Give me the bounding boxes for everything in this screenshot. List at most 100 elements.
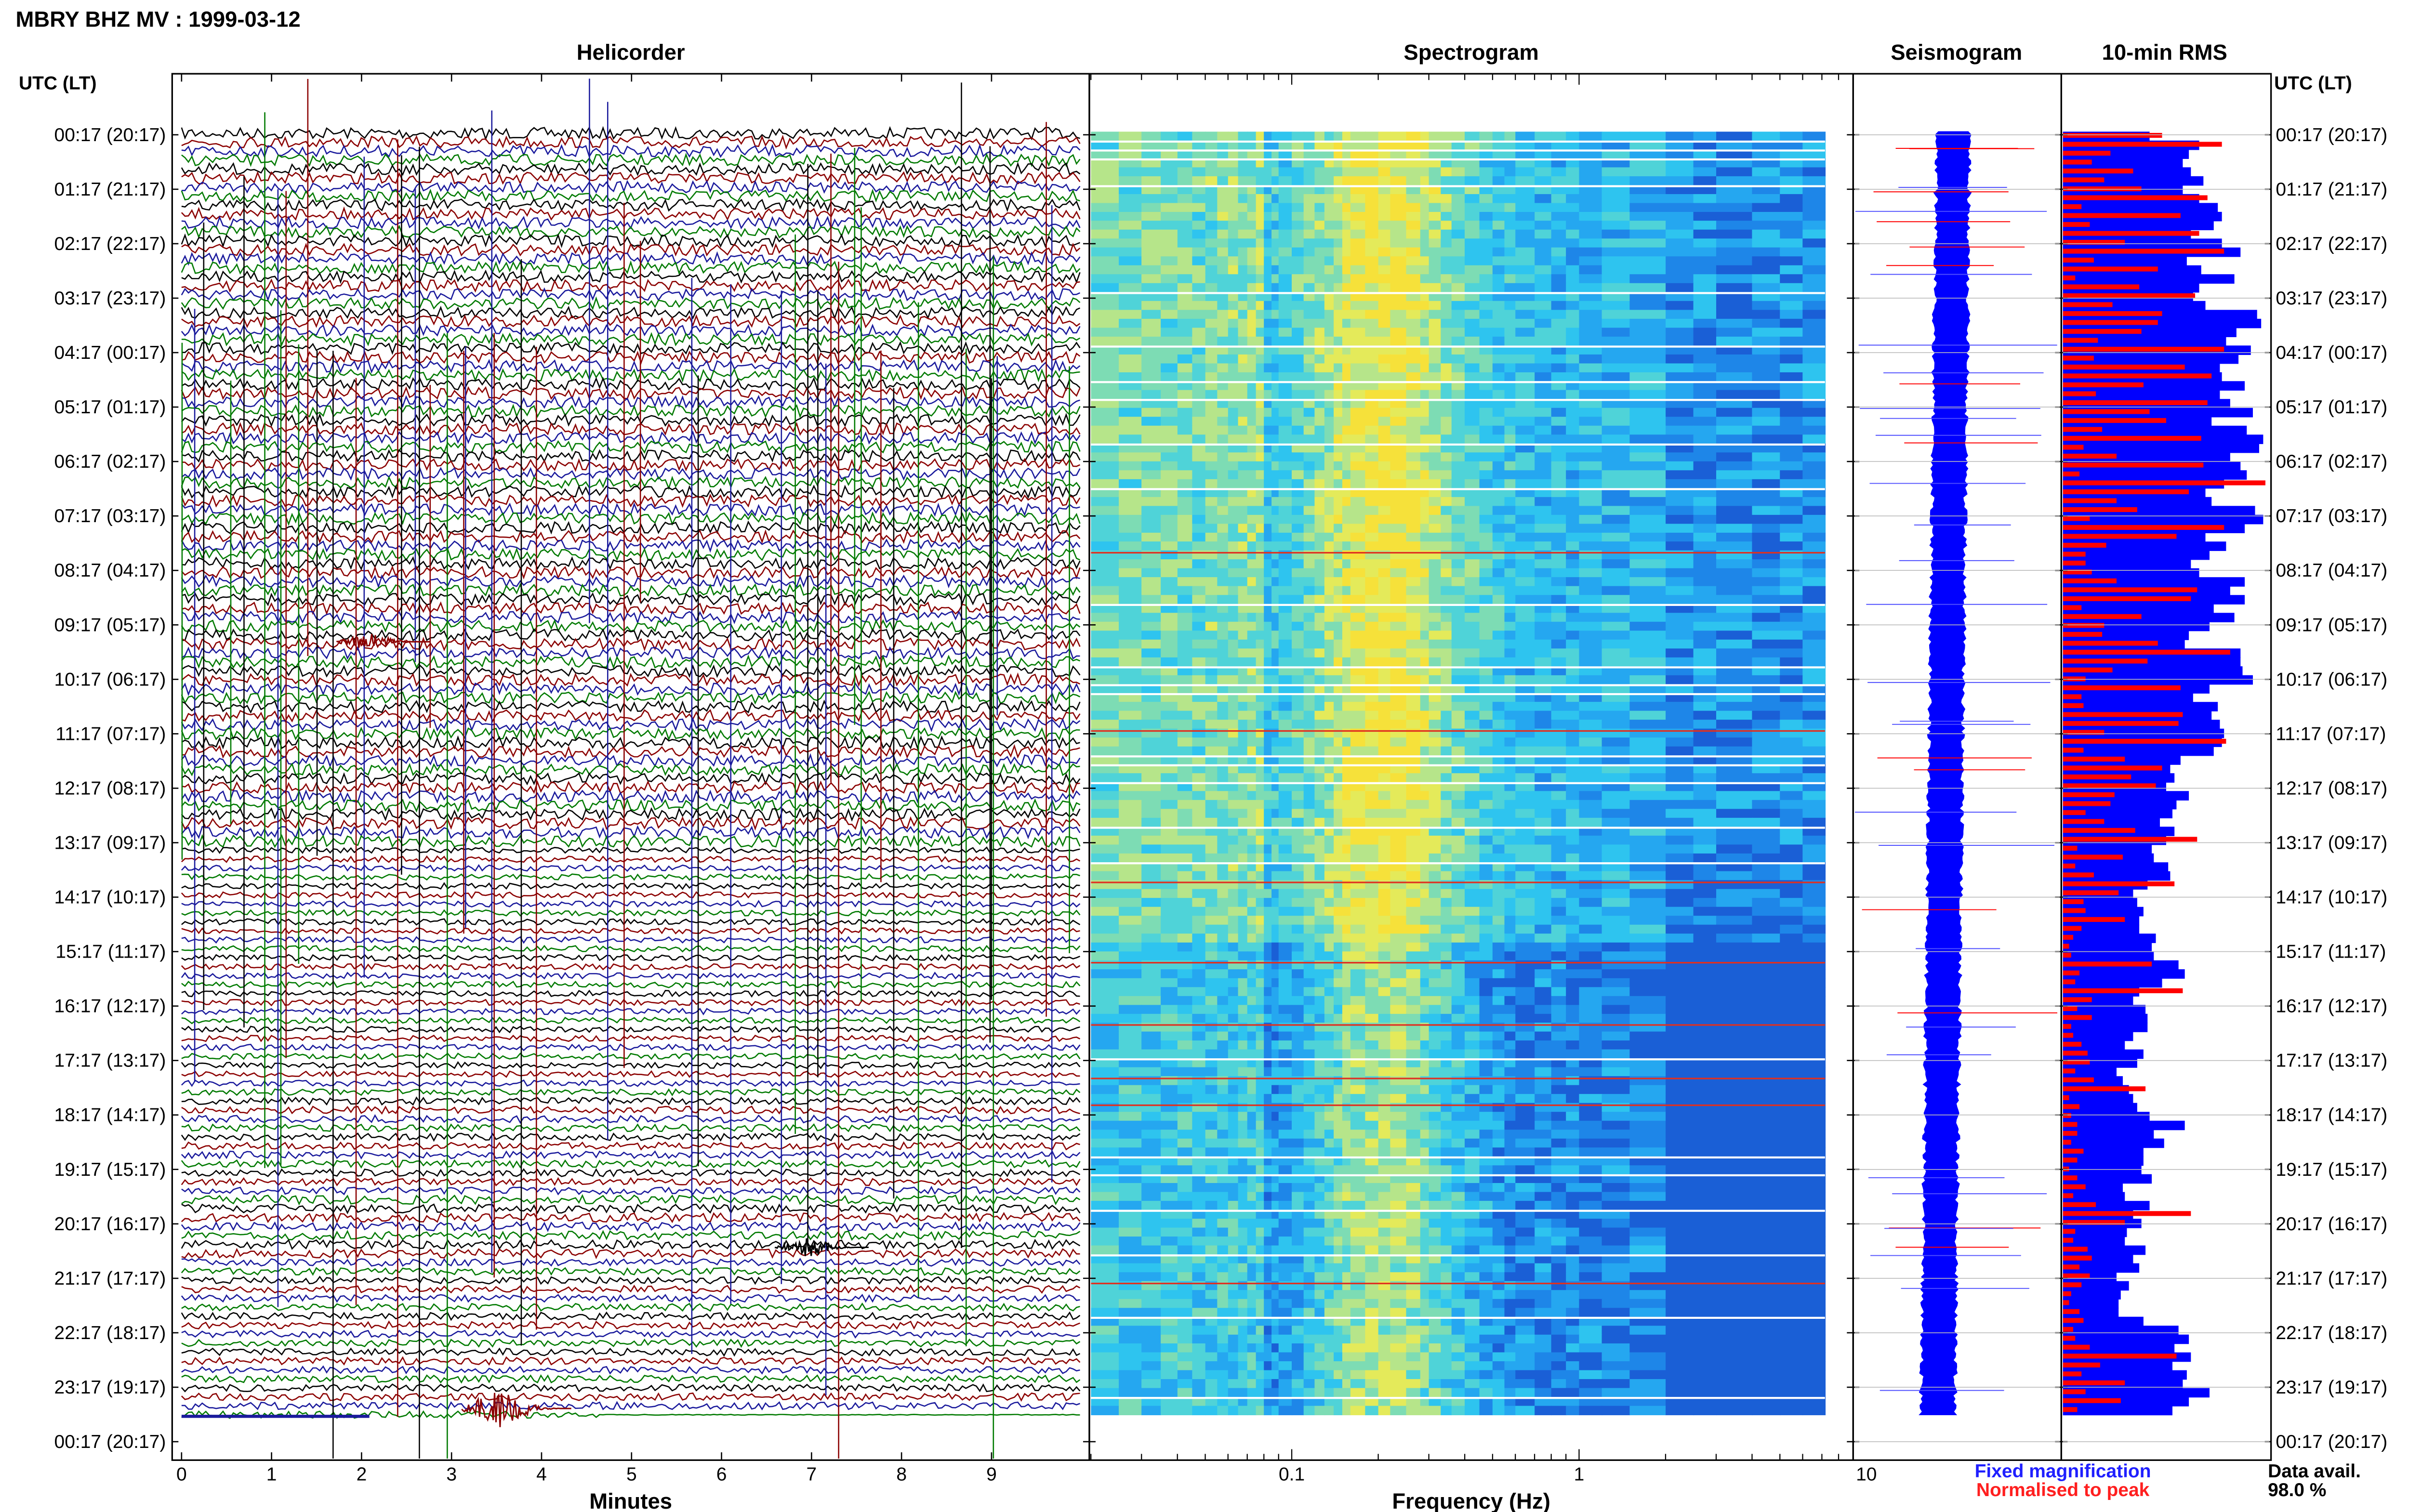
spectrogram-cell — [1551, 417, 1567, 426]
spectrogram-cell — [1406, 1005, 1421, 1014]
spectrogram-cell — [1365, 541, 1379, 551]
spectrogram-cell — [1429, 969, 1442, 979]
spectrogram-cell — [1378, 425, 1391, 435]
spectrogram-cell — [1451, 613, 1466, 622]
spectrogram-cell — [1161, 247, 1178, 257]
spectrogram-cell — [1303, 639, 1315, 649]
spectrogram-cell — [1177, 889, 1193, 899]
spectrogram-cell — [1119, 648, 1142, 658]
spectrogram-cell — [1752, 924, 1781, 934]
spectrogram-cell — [1278, 461, 1293, 471]
spectrogram-cell — [1271, 639, 1280, 649]
spectrogram-cell — [1091, 737, 1120, 747]
spectrogram-cell — [1278, 229, 1293, 239]
spectrogram-cell — [1177, 274, 1193, 284]
spectrogram-cell — [1535, 247, 1552, 257]
spectrogram-cell — [1479, 791, 1494, 801]
spectrogram-cell — [1292, 425, 1305, 435]
spectrogram-cell — [1479, 639, 1494, 649]
spectrogram-cell — [1091, 256, 1120, 266]
spectrogram-cell — [1271, 898, 1280, 907]
spectrogram-cell — [1192, 247, 1206, 257]
spectrogram-cell — [1091, 978, 1120, 988]
spectrogram-cell — [1429, 372, 1442, 382]
spectrogram-cell — [1451, 203, 1466, 212]
spectrogram-cell — [1390, 238, 1407, 248]
helicorder-trace — [181, 1016, 1081, 1025]
spectrogram-cell — [1629, 256, 1667, 266]
spectrogram-cell — [1479, 613, 1494, 622]
spectrogram-cell — [1629, 336, 1667, 346]
spectrogram-cell — [1091, 167, 1120, 177]
spectrogram-cell — [1119, 336, 1142, 346]
helicorder-trace — [181, 583, 1081, 597]
spectrogram-cell — [1504, 336, 1516, 346]
spectrogram-cell — [1535, 960, 1552, 970]
spectrogram-cell — [1314, 310, 1325, 319]
spectrogram-cell — [1602, 434, 1630, 444]
spectrogram-cell — [1192, 301, 1206, 311]
spectrogram-cell — [1602, 675, 1630, 685]
spectrogram-cell — [1271, 479, 1280, 489]
spectrogram-cell — [1464, 702, 1480, 711]
spectrogram-cell — [1802, 996, 1826, 1006]
spectrogram-cell — [1256, 1031, 1265, 1041]
spectrogram-cell — [1271, 613, 1280, 622]
spectrogram-cell — [1256, 247, 1265, 257]
spectrogram-cell — [1334, 434, 1343, 444]
spectrogram-cell — [1566, 131, 1580, 141]
spectrogram-cell — [1314, 577, 1325, 587]
spectrogram-cell — [1566, 532, 1580, 542]
spectrogram-cell — [1228, 613, 1239, 622]
spectrogram-cell — [1256, 907, 1265, 917]
spectrogram-cell — [1334, 996, 1343, 1006]
spectrogram-cell — [1161, 996, 1178, 1006]
spectrogram-cell — [1515, 524, 1535, 533]
spectrogram-cell — [1420, 470, 1430, 480]
spectrogram-cell — [1314, 969, 1325, 979]
spectrogram-cell — [1314, 550, 1325, 560]
spectrogram-cell — [1378, 363, 1391, 373]
spectrogram-cell — [1292, 728, 1305, 738]
spectrogram-cell — [1324, 559, 1335, 569]
spectrogram-cell — [1350, 639, 1366, 649]
spectrogram-cell — [1141, 425, 1162, 435]
spectrogram-cell — [1429, 479, 1442, 489]
spectrogram-cell — [1303, 720, 1315, 729]
spectrogram-cell — [1342, 318, 1351, 329]
spectrogram-cell — [1228, 461, 1239, 471]
spectrogram-cell — [1602, 817, 1630, 828]
spectrogram-cell — [1752, 746, 1781, 756]
spectrogram-cell — [1205, 951, 1218, 961]
spectrogram-cell — [1247, 452, 1257, 462]
spectrogram-cell — [1716, 924, 1753, 934]
spectrogram-cell — [1378, 577, 1391, 587]
spectrogram-cell — [1141, 211, 1162, 222]
spectrogram-cell — [1228, 728, 1239, 738]
spectrogram-cell — [1693, 951, 1717, 961]
spectrogram-cell — [1602, 657, 1630, 667]
spectrogram-cell — [1350, 194, 1366, 204]
spectrogram-cell — [1378, 613, 1391, 622]
spectrogram-cell — [1278, 372, 1293, 382]
helicorder-trace — [181, 1194, 1081, 1206]
spectrogram-cell — [1378, 880, 1391, 890]
spectrogram-cell — [1479, 675, 1494, 685]
spectrogram-cell — [1091, 354, 1120, 364]
spectrogram-cell — [1579, 969, 1602, 979]
spectrogram-cell — [1716, 720, 1753, 729]
spectrogram-cell — [1264, 978, 1272, 988]
spectrogram-cell — [1192, 434, 1206, 444]
spectrogram-cell — [1264, 710, 1272, 721]
spectrogram-cell — [1238, 417, 1248, 426]
spectrogram-cell — [1666, 737, 1694, 747]
spectrogram-cell — [1177, 586, 1193, 596]
spectrogram-cell — [1802, 497, 1826, 507]
spectrogram-cell — [1579, 613, 1602, 622]
spectrogram-cell — [1119, 800, 1142, 810]
spectrogram-cell — [1693, 283, 1717, 293]
spectrogram-cell — [1324, 425, 1335, 435]
spectrogram-cell — [1420, 211, 1430, 222]
spectrogram-cell — [1334, 933, 1343, 943]
panel-title-rms: 10-min RMS — [2102, 40, 2227, 65]
